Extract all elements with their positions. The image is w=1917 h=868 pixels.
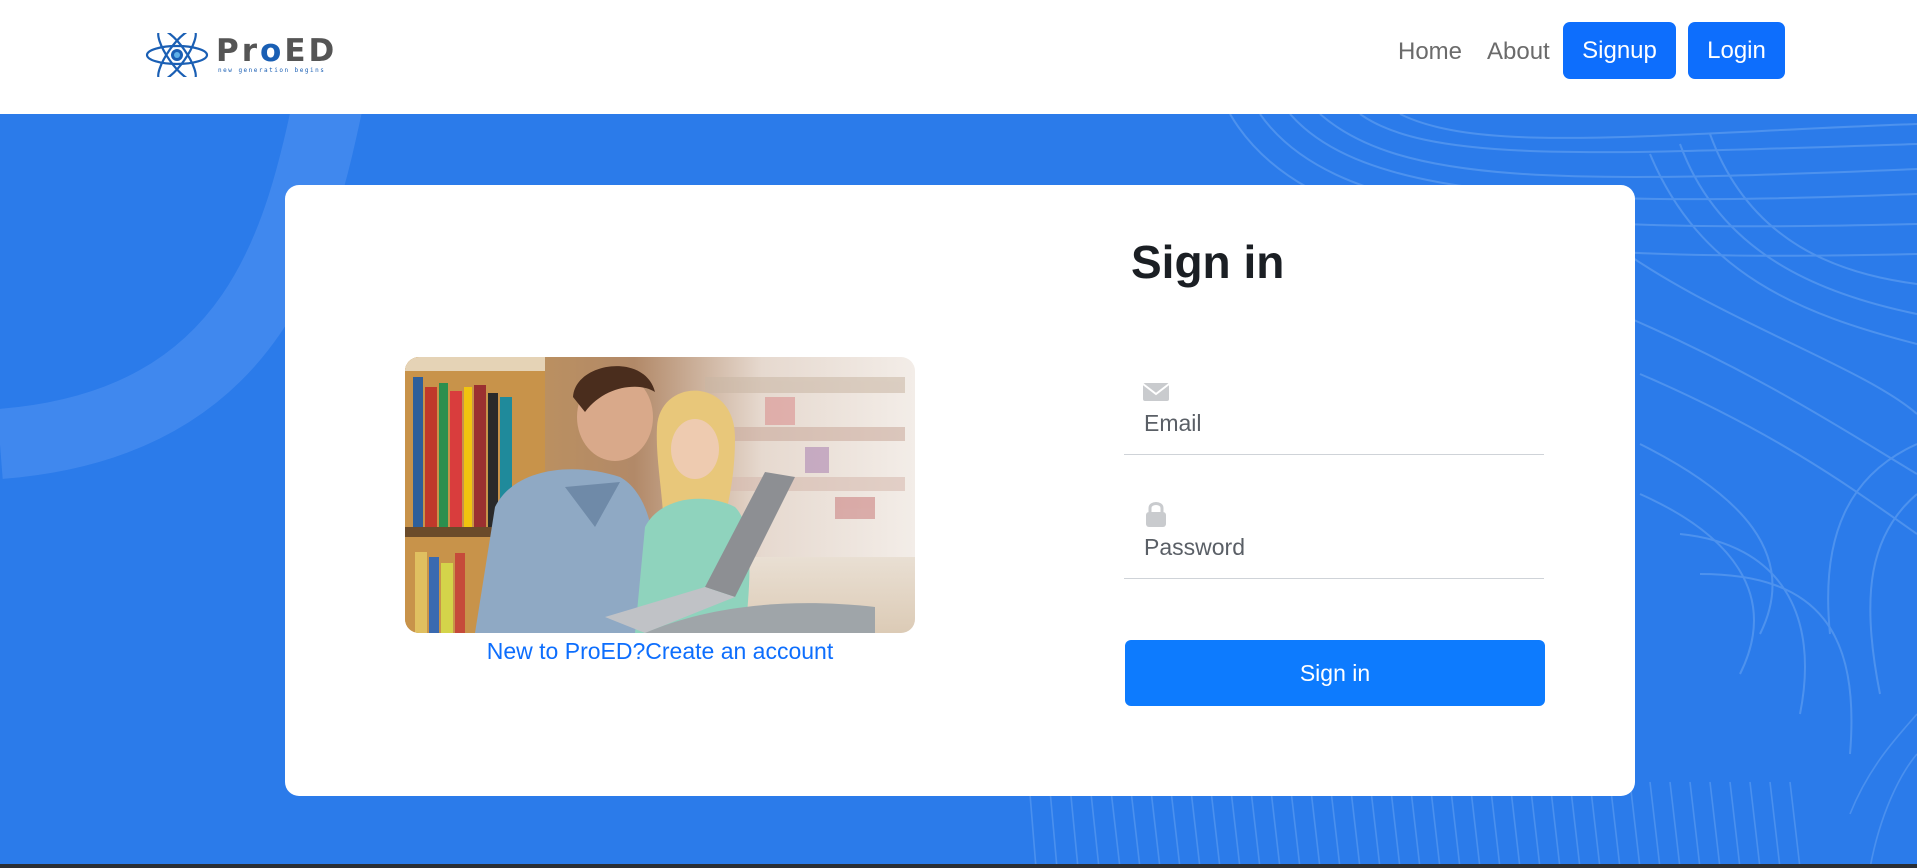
hero-section: New to ProED?Create an account Sign in S… [0,114,1917,868]
envelope-icon [1142,383,1170,401]
brand-tagline: new generation begins [218,67,326,74]
lock-icon [1146,502,1166,527]
email-field-group [1124,377,1544,455]
brand-name: ProED [216,33,338,69]
signup-button[interactable]: Signup [1563,22,1676,79]
password-input[interactable] [1140,530,1538,564]
login-button[interactable]: Login [1688,22,1785,79]
nav-about-link[interactable]: About [1487,38,1550,66]
brand-logo[interactable]: ProED new generation begins [144,30,384,80]
atom-logo-icon [145,33,209,77]
password-field-group [1124,500,1544,579]
create-account-link[interactable]: New to ProED?Create an account [285,638,1035,665]
navbar: ProED new generation begins Home About S… [0,0,1917,114]
signin-card: New to ProED?Create an account Sign in S… [285,185,1635,796]
signin-title: Sign in [1131,236,1285,288]
nav-home-link[interactable]: Home [1398,38,1462,66]
students-photo [405,357,915,633]
window-bottom-edge [0,864,1917,868]
signin-submit-button[interactable]: Sign in [1125,640,1545,706]
email-input[interactable] [1140,406,1538,440]
